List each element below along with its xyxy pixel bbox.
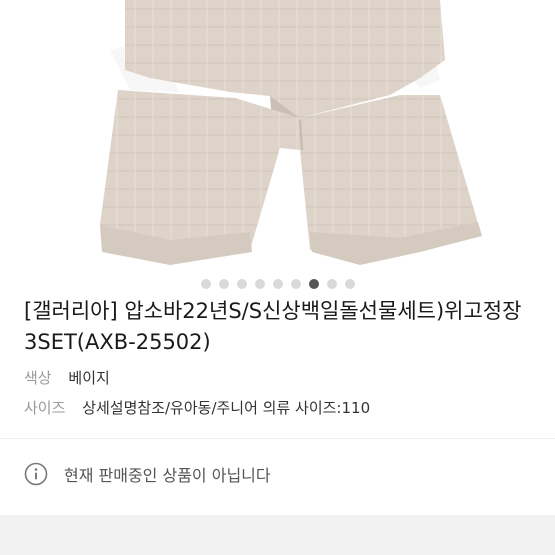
carousel-dot[interactable] xyxy=(326,279,337,289)
divider xyxy=(0,438,555,439)
size-row: 사이즈 상세설명참조/유아동/주니어 의류 사이즈:110 xyxy=(24,398,370,418)
carousel-dot-active[interactable] xyxy=(308,279,319,289)
info-icon xyxy=(24,462,48,486)
color-row: 색상 베이지 xyxy=(24,368,110,388)
product-title: [갤러리아] 압소바22년S/S신상백일돌선물세트)위고정장3SET(AXB-2… xyxy=(24,299,522,354)
product-image[interactable] xyxy=(0,0,555,272)
carousel-dot[interactable] xyxy=(218,279,229,289)
carousel-pagination[interactable] xyxy=(0,276,555,292)
color-label: 색상 xyxy=(24,369,52,387)
color-value: 베이지 xyxy=(68,369,110,387)
sold-out-notice: 현재 판매중인 상품이 아닙니다 xyxy=(24,461,271,487)
notice-text: 현재 판매중인 상품이 아닙니다 xyxy=(64,466,271,485)
carousel-dot[interactable] xyxy=(290,279,301,289)
carousel-dot[interactable] xyxy=(200,279,211,289)
carousel-dot[interactable] xyxy=(254,279,265,289)
size-label: 사이즈 xyxy=(24,399,66,417)
product-photo xyxy=(100,0,482,265)
carousel-dot[interactable] xyxy=(344,279,355,289)
section-separator xyxy=(0,515,555,555)
size-value: 상세설명참조/유아동/주니어 의류 사이즈:110 xyxy=(82,399,371,417)
carousel-dot[interactable] xyxy=(272,279,283,289)
carousel-dot[interactable] xyxy=(236,279,247,289)
